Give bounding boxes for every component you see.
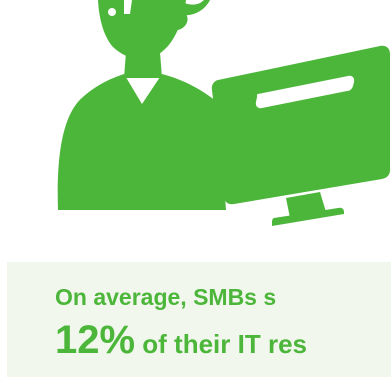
stat-percentage: 12% [55, 318, 136, 362]
support-agent-icon [57, 0, 390, 226]
stat-panel: On average, SMBs s 12% of their IT res [7, 262, 391, 377]
agent-neck [124, 52, 162, 78]
stat-detail: 12% of their IT res [55, 316, 307, 364]
agent-body [57, 74, 227, 210]
hero-illustration [0, 0, 391, 262]
stat-headline: On average, SMBs s [55, 284, 277, 310]
monitor-screen [211, 45, 390, 205]
stat-detail-text: of their IT res [135, 329, 307, 359]
